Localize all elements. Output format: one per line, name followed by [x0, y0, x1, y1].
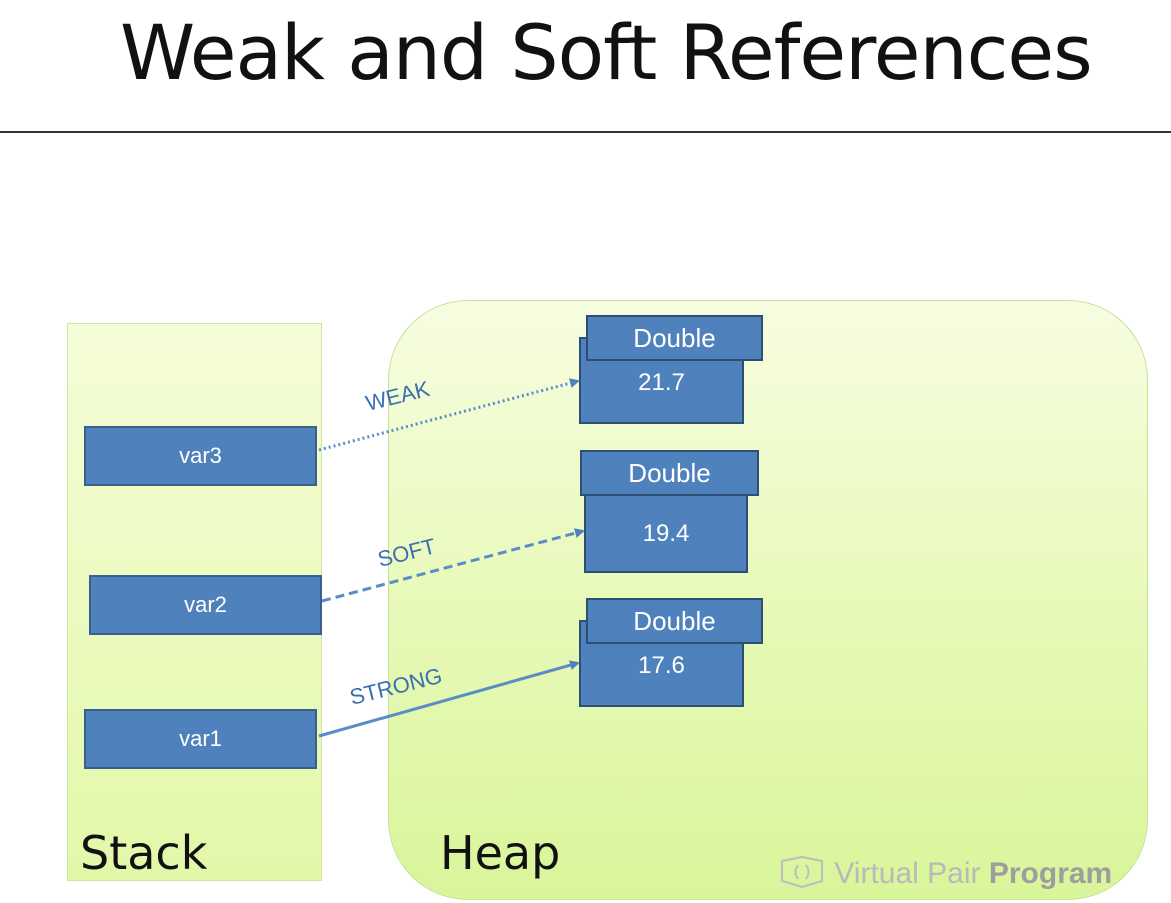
weak-reference-arrow [318, 378, 580, 452]
weak-reference-label: WEAK [363, 376, 432, 416]
soft-reference-label: SOFT [375, 533, 438, 571]
soft-reference-arrow [321, 528, 585, 603]
reference-arrows: WEAK SOFT STRONG [318, 376, 585, 738]
heap-label: Heap [440, 826, 561, 880]
watermark: Virtual Pair Program [778, 855, 1112, 891]
watermark-text: Virtual Pair [834, 857, 989, 890]
stack-label: Stack [80, 826, 208, 880]
strong-reference-label: STRONG [347, 663, 444, 710]
logo-icon [781, 855, 823, 889]
watermark-bold: Program [988, 857, 1113, 890]
